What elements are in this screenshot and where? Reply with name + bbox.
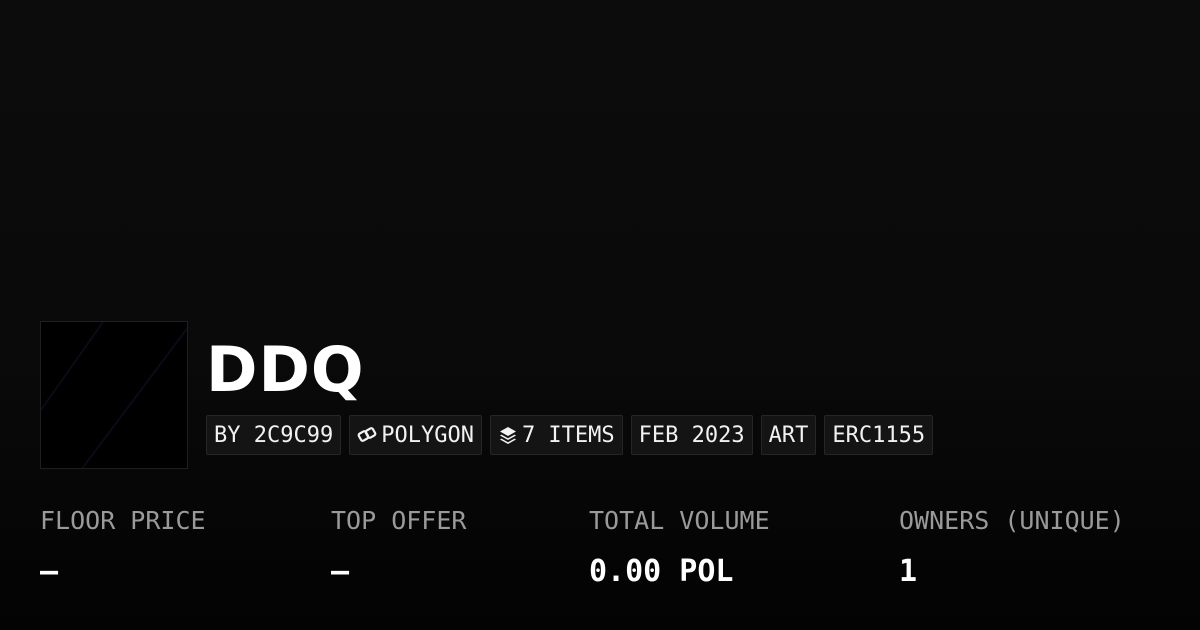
- date-label: FEB 2023: [638, 422, 745, 448]
- stat-label: TOTAL VOLUME: [589, 506, 770, 535]
- creator-tag[interactable]: BY 2C9C99: [206, 415, 342, 455]
- chain-label: POLYGON: [381, 422, 474, 448]
- stat-owners: OWNERS (UNIQUE) 1: [899, 505, 1125, 589]
- stat-value: 0.00 POL: [589, 554, 734, 589]
- collection-avatar: [40, 321, 188, 469]
- stat-label: OWNERS (UNIQUE): [899, 506, 1125, 535]
- creator-label: BY 2C9C99: [214, 422, 334, 448]
- stat-top-offer: TOP OFFER –: [331, 505, 466, 589]
- stat-total-volume: TOTAL VOLUME 0.00 POL: [589, 505, 770, 589]
- collection-stats: FLOOR PRICE – TOP OFFER – TOTAL VOLUME 0…: [0, 505, 1200, 605]
- standard-tag: ERC1155: [824, 415, 934, 455]
- collection-tags: BY 2C9C99 POLYGON 7 ITEMS FEB 2023 ART E…: [206, 415, 934, 455]
- chain-tag[interactable]: POLYGON: [349, 415, 482, 455]
- stat-value: 1: [899, 554, 918, 589]
- items-label: 7 ITEMS: [521, 422, 615, 448]
- items-tag[interactable]: 7 ITEMS: [489, 415, 623, 455]
- layers-stack-icon: [499, 427, 516, 444]
- stat-value: –: [331, 554, 350, 589]
- category-tag[interactable]: ART: [760, 415, 817, 455]
- collection-image-placeholder-icon: [41, 322, 187, 468]
- date-tag: FEB 2023: [630, 415, 753, 455]
- stat-floor-price: FLOOR PRICE –: [40, 505, 206, 589]
- collection-title: DDQ: [206, 333, 365, 406]
- polygon-chain-icon: [357, 427, 377, 442]
- category-label: ART: [768, 422, 809, 448]
- stat-label: FLOOR PRICE: [40, 506, 206, 535]
- standard-label: ERC1155: [832, 422, 926, 448]
- stat-value: –: [40, 554, 59, 589]
- stat-label: TOP OFFER: [331, 506, 467, 535]
